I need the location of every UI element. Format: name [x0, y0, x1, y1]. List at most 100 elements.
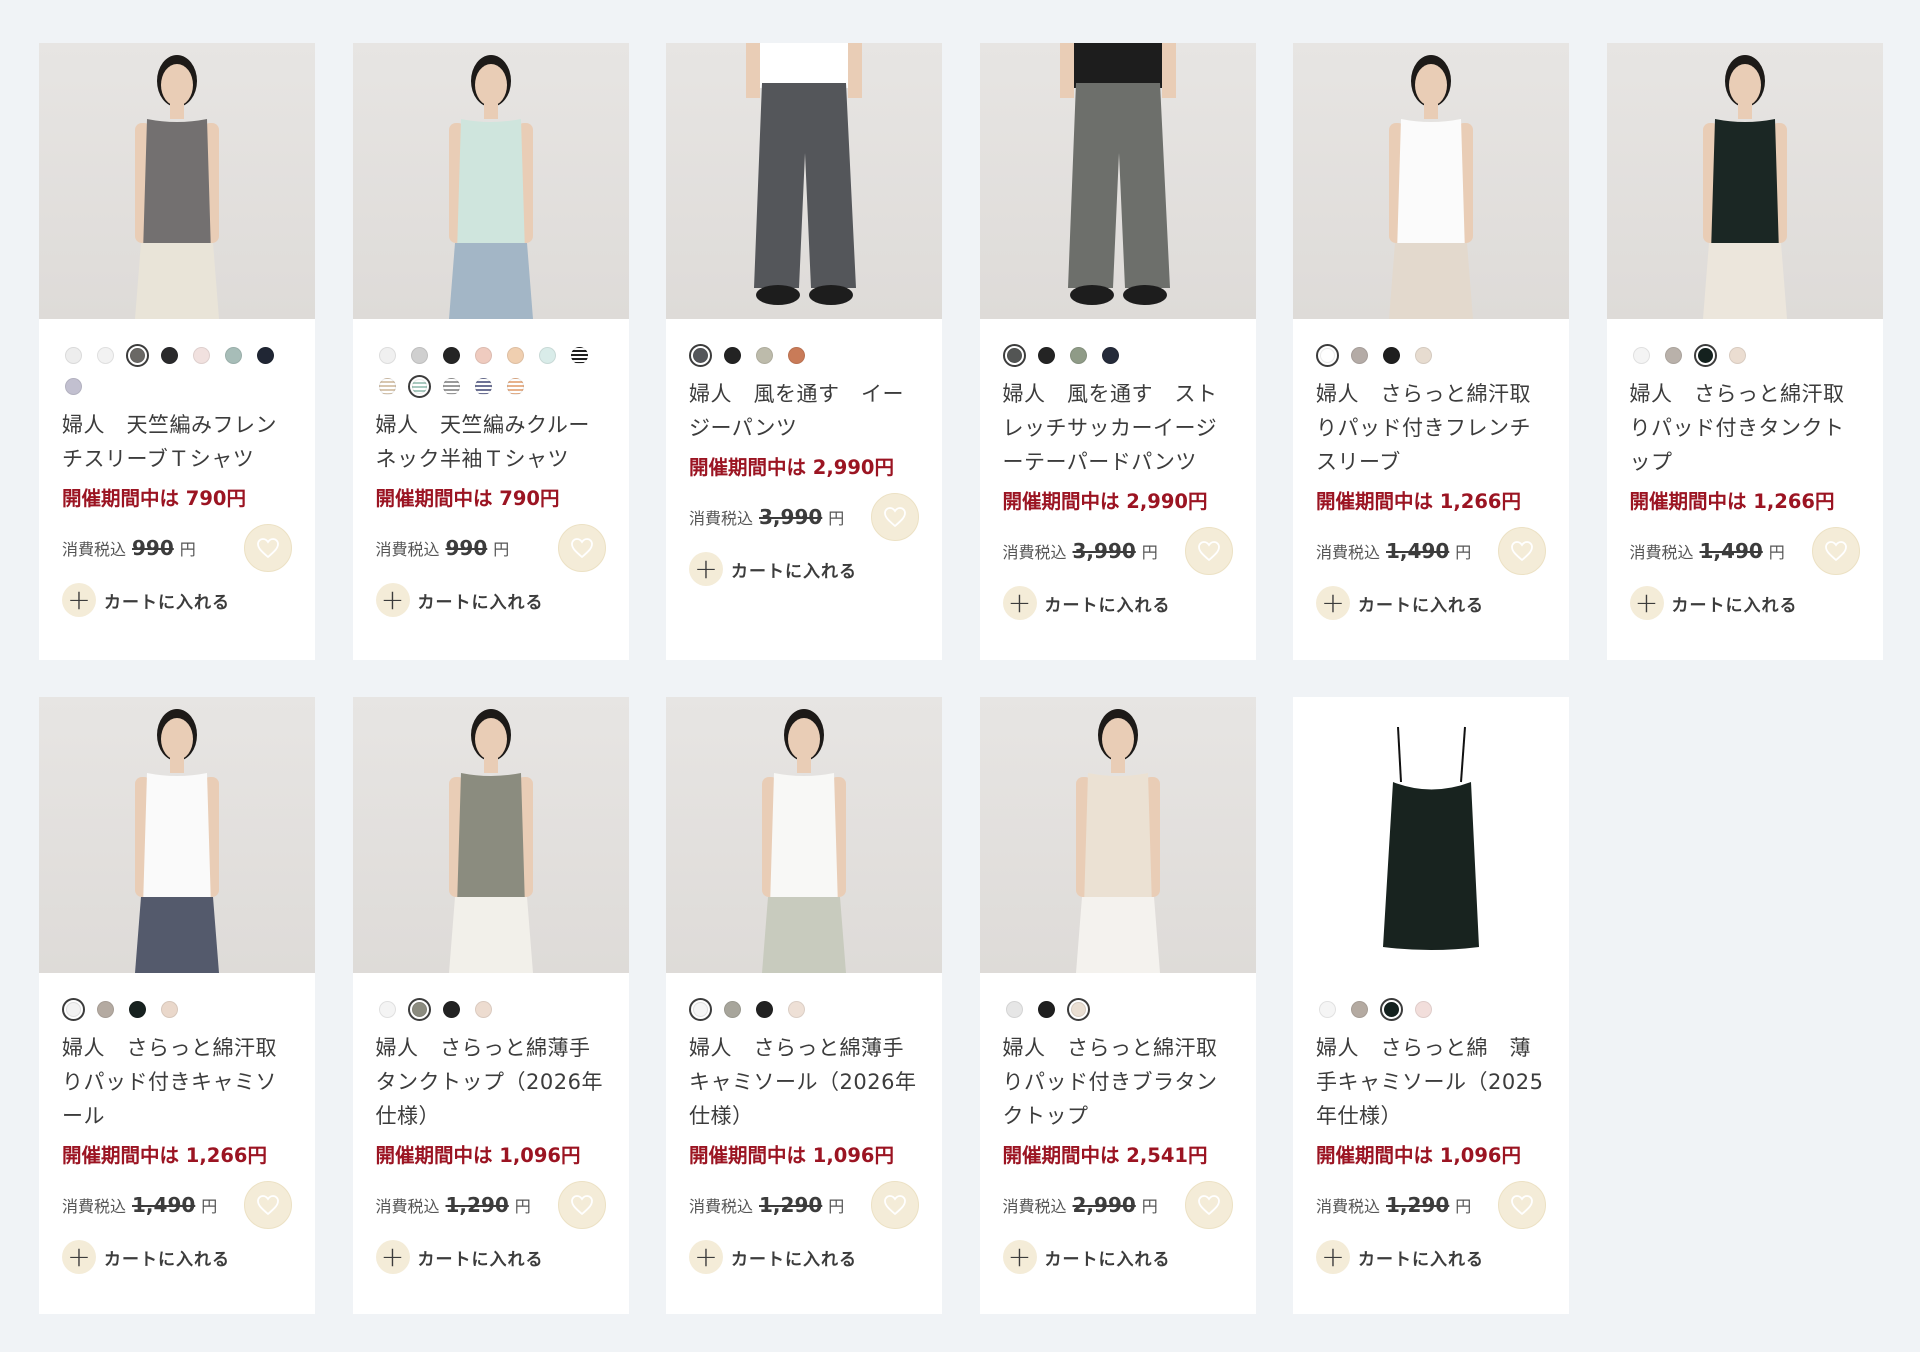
product-name[interactable]: 婦人 風を通す イージーパンツ	[689, 377, 920, 445]
color-swatch[interactable]	[1066, 998, 1090, 1021]
product-image[interactable]	[666, 43, 942, 319]
add-to-cart-button[interactable]: + カートに入れる	[1629, 585, 1861, 621]
product-name[interactable]: 婦人 さらっと綿汗取りパッド付きブラタンクトップ	[1003, 1031, 1234, 1133]
color-swatch[interactable]	[1380, 344, 1403, 367]
add-to-cart-button[interactable]: + カートに入れる	[1002, 1239, 1234, 1275]
product-card[interactable]: 婦人 天竺編みクルーネック半袖Ｔシャツ 開催期間中は 790円 消費税込 990…	[352, 43, 629, 660]
favorite-button[interactable]	[1498, 527, 1546, 575]
product-card[interactable]: 婦人 さらっと綿汗取りパッド付きブラタンクトップ 開催期間中は 2,541円 消…	[979, 697, 1256, 1314]
color-swatch[interactable]	[376, 998, 399, 1021]
color-swatch[interactable]	[689, 344, 712, 367]
color-swatch[interactable]	[785, 344, 808, 367]
color-swatch[interactable]	[158, 998, 181, 1021]
product-name[interactable]: 婦人 さらっと綿汗取りパッド付きタンクトップ	[1630, 377, 1861, 479]
product-image[interactable]	[39, 43, 315, 319]
color-swatch[interactable]	[689, 998, 712, 1021]
add-to-cart-button[interactable]: + カートに入れる	[1316, 585, 1547, 621]
product-card[interactable]: 婦人 風を通す ストレッチサッカーイージーテーパードパンツ 開催期間中は 2,9…	[979, 43, 1256, 660]
product-name[interactable]: 婦人 風を通す ストレッチサッカーイージーテーパードパンツ	[1003, 377, 1234, 479]
favorite-button[interactable]	[871, 1181, 919, 1229]
product-image[interactable]	[666, 697, 942, 973]
favorite-button[interactable]	[244, 524, 292, 572]
color-swatch[interactable]	[1630, 344, 1653, 367]
color-swatch[interactable]	[1380, 998, 1403, 1021]
add-to-cart-button[interactable]: + カートに入れる	[1316, 1239, 1547, 1275]
favorite-button[interactable]	[871, 493, 919, 541]
color-swatch[interactable]	[472, 375, 495, 398]
color-swatch[interactable]	[1002, 344, 1026, 367]
color-swatch[interactable]	[158, 344, 181, 367]
color-swatch[interactable]	[254, 344, 277, 367]
product-card[interactable]: 婦人 さらっと綿汗取りパッド付きタンクトップ 開催期間中は 1,266円 消費税…	[1606, 43, 1883, 660]
product-name[interactable]: 婦人 天竺編みクルーネック半袖Ｔシャツ	[376, 408, 607, 476]
color-swatch[interactable]	[62, 375, 85, 398]
color-swatch[interactable]	[1035, 998, 1058, 1021]
product-image[interactable]	[979, 43, 1256, 319]
product-card[interactable]: 婦人 天竺編みフレンチスリーブＴシャツ 開催期間中は 790円 消費税込 990…	[39, 43, 315, 660]
product-name[interactable]: 婦人 さらっと綿汗取りパッド付きフレンチスリーブ	[1316, 377, 1547, 479]
favorite-button[interactable]	[1184, 1181, 1233, 1229]
product-name[interactable]: 婦人 さらっと綿汗取りパッド付きキャミソール	[62, 1031, 293, 1133]
color-swatch[interactable]	[1726, 344, 1749, 367]
product-card[interactable]: 婦人 風を通す イージーパンツ 開催期間中は 2,990円 消費税込 3,990…	[666, 43, 942, 660]
product-image[interactable]	[39, 697, 315, 973]
color-swatch[interactable]	[1067, 344, 1090, 367]
color-swatch[interactable]	[1316, 344, 1339, 367]
color-swatch[interactable]	[376, 375, 399, 398]
product-image[interactable]	[1606, 43, 1883, 319]
product-card[interactable]: 婦人 さらっと綿薄手タンクトップ（2026年仕様） 開催期間中は 1,096円 …	[352, 697, 629, 1314]
favorite-button[interactable]	[1184, 527, 1233, 575]
color-swatch[interactable]	[440, 375, 463, 398]
color-swatch[interactable]	[1316, 998, 1339, 1021]
color-swatch[interactable]	[753, 998, 776, 1021]
favorite-button[interactable]	[1498, 1181, 1546, 1229]
color-swatch[interactable]	[504, 344, 527, 367]
color-swatch[interactable]	[62, 998, 85, 1021]
color-swatch[interactable]	[721, 998, 744, 1021]
color-swatch[interactable]	[440, 998, 463, 1021]
color-swatch[interactable]	[126, 344, 149, 367]
favorite-button[interactable]	[557, 524, 606, 572]
color-swatch[interactable]	[1099, 344, 1122, 367]
product-image[interactable]	[1293, 43, 1569, 319]
product-name[interactable]: 婦人 さらっと綿薄手タンクトップ（2026年仕様）	[376, 1031, 607, 1133]
color-swatch[interactable]	[440, 344, 463, 367]
add-to-cart-button[interactable]: + カートに入れる	[375, 1239, 607, 1275]
favorite-button[interactable]	[1811, 527, 1860, 575]
product-name[interactable]: 婦人 さらっと綿薄手キャミソール（2026年仕様）	[689, 1031, 920, 1133]
color-swatch[interactable]	[407, 375, 431, 398]
color-swatch[interactable]	[1348, 998, 1371, 1021]
color-swatch[interactable]	[1003, 998, 1026, 1021]
color-swatch[interactable]	[407, 998, 431, 1021]
color-swatch[interactable]	[126, 998, 149, 1021]
product-image[interactable]	[1293, 697, 1569, 973]
color-swatch[interactable]	[376, 344, 399, 367]
color-swatch[interactable]	[785, 998, 808, 1021]
add-to-cart-button[interactable]: + カートに入れる	[689, 1239, 920, 1275]
color-swatch[interactable]	[1348, 344, 1371, 367]
color-swatch[interactable]	[1693, 344, 1717, 367]
color-swatch[interactable]	[190, 344, 213, 367]
color-swatch[interactable]	[1412, 344, 1435, 367]
product-card[interactable]: 婦人 さらっと綿 薄手キャミソール（2025年仕様） 開催期間中は 1,096円…	[1293, 697, 1569, 1314]
color-swatch[interactable]	[62, 344, 85, 367]
product-image[interactable]	[352, 43, 629, 319]
product-card[interactable]: 婦人 さらっと綿汗取りパッド付きフレンチスリーブ 開催期間中は 1,266円 消…	[1293, 43, 1569, 660]
product-image[interactable]	[979, 697, 1256, 973]
color-swatch[interactable]	[721, 344, 744, 367]
favorite-button[interactable]	[244, 1181, 292, 1229]
product-card[interactable]: 婦人 さらっと綿薄手キャミソール（2026年仕様） 開催期間中は 1,096円 …	[666, 697, 942, 1314]
favorite-button[interactable]	[557, 1181, 606, 1229]
add-to-cart-button[interactable]: + カートに入れる	[62, 582, 293, 618]
color-swatch[interactable]	[568, 344, 591, 367]
color-swatch[interactable]	[753, 344, 776, 367]
product-card[interactable]: 婦人 さらっと綿汗取りパッド付きキャミソール 開催期間中は 1,266円 消費税…	[39, 697, 315, 1314]
color-swatch[interactable]	[472, 344, 495, 367]
color-swatch[interactable]	[222, 344, 245, 367]
product-name[interactable]: 婦人 天竺編みフレンチスリーブＴシャツ	[62, 408, 293, 476]
color-swatch[interactable]	[472, 998, 495, 1021]
color-swatch[interactable]	[94, 344, 117, 367]
product-image[interactable]	[352, 697, 629, 973]
color-swatch[interactable]	[536, 344, 559, 367]
add-to-cart-button[interactable]: + カートに入れる	[1002, 585, 1234, 621]
